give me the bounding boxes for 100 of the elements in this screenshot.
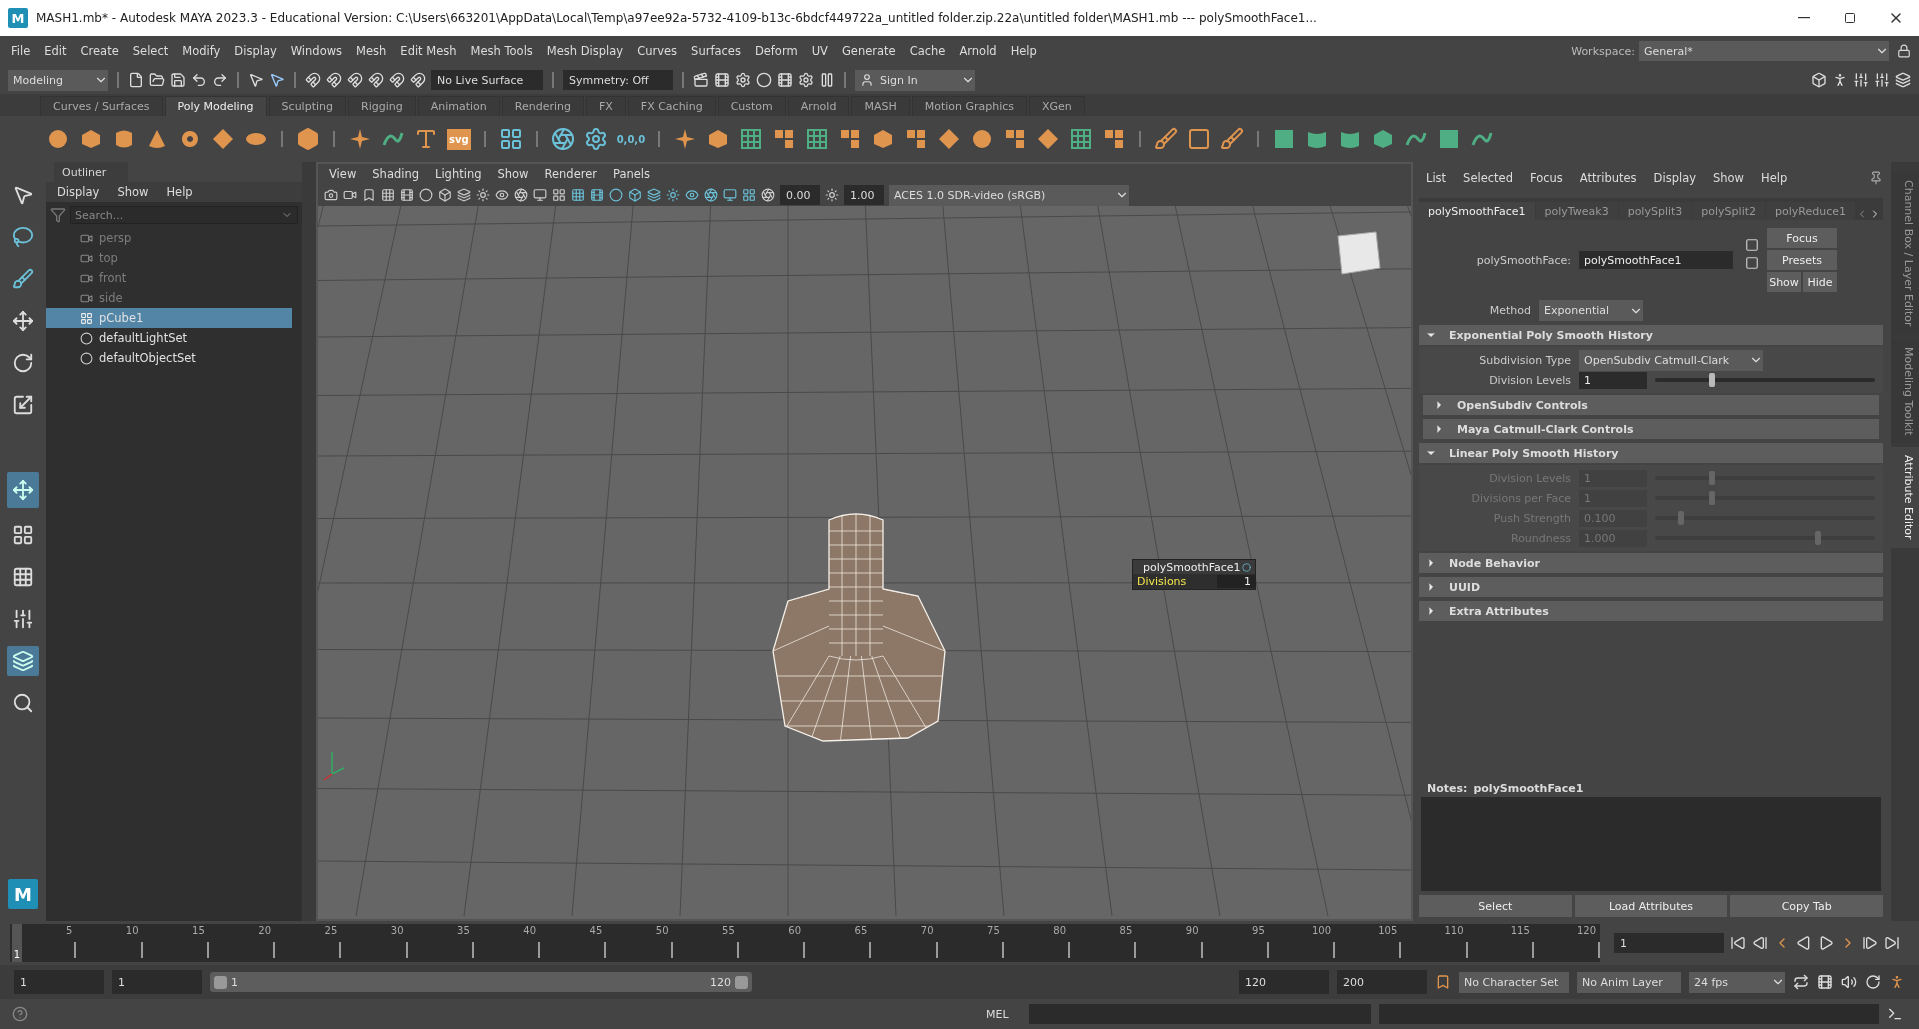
playback-icon[interactable]: [1796, 935, 1812, 951]
editor-button[interactable]: Copy Tab: [1730, 895, 1883, 917]
menu-item[interactable]: Selected: [1456, 171, 1520, 185]
redo-icon[interactable]: [212, 72, 228, 88]
panel-icon[interactable]: [1874, 72, 1890, 88]
menu-item[interactable]: Show: [490, 167, 536, 181]
menu-item[interactable]: Panels: [606, 167, 658, 181]
camera-icon[interactable]: [343, 188, 357, 202]
menu-item[interactable]: UV: [804, 44, 835, 58]
hud-value[interactable]: 1: [1217, 575, 1255, 588]
command-language-label[interactable]: MEL: [986, 1007, 1009, 1021]
menu-item[interactable]: Surfaces: [684, 44, 748, 58]
value-field[interactable]: 1: [1579, 371, 1647, 389]
input-connection-icon[interactable]: [1745, 238, 1759, 252]
playback-option-icon[interactable]: [1889, 974, 1905, 990]
show-button[interactable]: Show: [1767, 272, 1801, 292]
monitor-icon[interactable]: [533, 188, 547, 202]
playback-icon[interactable]: [1818, 935, 1834, 951]
circle-icon[interactable]: [419, 188, 433, 202]
search-field[interactable]: Search...: [70, 206, 298, 224]
output-connection-icon[interactable]: [1745, 256, 1759, 270]
shelf-tab[interactable]: Curves / Surfaces: [40, 96, 163, 116]
filter-icon[interactable]: [50, 207, 66, 223]
grid-icon[interactable]: [739, 127, 764, 151]
grid-icon[interactable]: [571, 188, 585, 202]
snap-icon[interactable]: [368, 72, 384, 88]
section-header[interactable]: OpenSubdiv Controls: [1423, 395, 1879, 415]
playback-icon[interactable]: [1884, 935, 1900, 951]
circle-icon[interactable]: [609, 188, 623, 202]
grid-icon[interactable]: [381, 188, 395, 202]
node-tab[interactable]: polySmoothFace1: [1419, 202, 1535, 220]
playback-option-icon[interactable]: [1793, 974, 1809, 990]
node-tab[interactable]: polySplit2: [1692, 202, 1765, 220]
script-editor-icon[interactable]: [1886, 1006, 1903, 1022]
workspace-dropdown[interactable]: General*: [1639, 41, 1889, 61]
layout-icon[interactable]: [742, 188, 756, 202]
snap-icon[interactable]: [305, 72, 321, 88]
sign-in-dropdown[interactable]: Sign In: [855, 69, 975, 91]
slider-thumb[interactable]: [1709, 373, 1716, 387]
menu-item[interactable]: Display: [227, 44, 284, 58]
menu-item[interactable]: Mesh Tools: [463, 44, 540, 58]
menu-item[interactable]: Create: [73, 44, 126, 58]
view-cube-icon[interactable]: [1337, 231, 1381, 275]
film-icon[interactable]: [400, 188, 414, 202]
editor-button[interactable]: Load Attributes: [1574, 895, 1728, 917]
current-frame-marker[interactable]: 1: [12, 924, 22, 962]
hide-button[interactable]: Hide: [1803, 272, 1837, 292]
playback-option-icon[interactable]: [1865, 974, 1881, 990]
character-set-dropdown[interactable]: No Character Set: [1459, 971, 1569, 993]
camera-icon[interactable]: [324, 188, 338, 202]
bookmark-icon[interactable]: [1435, 974, 1451, 990]
menu-item[interactable]: Show: [1706, 171, 1751, 185]
menu-item[interactable]: Generate: [834, 44, 903, 58]
select-icon[interactable]: [248, 72, 264, 88]
node-tab[interactable]: polyTweak3: [1535, 202, 1618, 220]
shelf-tab[interactable]: Arnold: [787, 96, 850, 116]
edit-tool-icon[interactable]: [1187, 127, 1212, 151]
outliner-item[interactable]: defaultObjectSet: [46, 348, 292, 368]
light-icon[interactable]: [666, 188, 680, 202]
playback-icon[interactable]: [1752, 935, 1768, 951]
panel-icon[interactable]: [1895, 72, 1911, 88]
shelf-tab[interactable]: FX: [585, 96, 626, 116]
live-surface-field[interactable]: No Live Surface: [431, 70, 543, 90]
playback-end-field[interactable]: 120: [1239, 970, 1329, 994]
text-tool-icon[interactable]: [414, 127, 438, 151]
side-tab[interactable]: Attribute Editor: [1891, 447, 1919, 548]
playback-start-field[interactable]: 1: [112, 970, 202, 994]
panel-icon[interactable]: [1832, 72, 1848, 88]
notes-field[interactable]: [1421, 797, 1881, 891]
history-icon[interactable]: [583, 127, 608, 151]
edit-tool-icon[interactable]: [1220, 127, 1245, 151]
menu-item[interactable]: Deform: [747, 44, 805, 58]
mode-dropdown[interactable]: Modeling: [8, 69, 108, 91]
shelf-tab[interactable]: Rendering: [501, 96, 584, 116]
grid-icon[interactable]: [1069, 127, 1094, 151]
anim-layer-dropdown[interactable]: No Anim Layer: [1577, 971, 1681, 993]
outliner-view-button[interactable]: [7, 646, 39, 676]
menu-item[interactable]: Help: [159, 185, 200, 199]
menu-item[interactable]: Display: [50, 185, 107, 199]
playback-icon[interactable]: [1730, 935, 1746, 951]
help-icon[interactable]: [12, 1006, 28, 1022]
section-header[interactable]: UUID: [1419, 577, 1883, 597]
menu-item[interactable]: Display: [1646, 171, 1703, 185]
menu-item[interactable]: File: [4, 44, 38, 58]
menu-item[interactable]: Help: [1754, 171, 1795, 185]
menu-item[interactable]: Mesh Display: [539, 44, 631, 58]
menu-item[interactable]: Curves: [630, 44, 685, 58]
tool-settings-button[interactable]: [7, 472, 39, 508]
eye-icon[interactable]: [685, 188, 699, 202]
shelf-tab[interactable]: Poly Modeling: [164, 96, 267, 116]
range-slider[interactable]: 1 120: [210, 972, 752, 992]
end-field[interactable]: 200: [1337, 970, 1427, 994]
pause-icon[interactable]: [819, 72, 835, 88]
gamma-field[interactable]: 1.00: [844, 185, 884, 205]
start-field[interactable]: 1: [14, 970, 104, 994]
shelf-tab[interactable]: Motion Graphics: [911, 96, 1028, 116]
undo-icon[interactable]: [191, 72, 207, 88]
save-icon[interactable]: [170, 72, 186, 88]
cube-icon[interactable]: [438, 188, 452, 202]
snap-icon[interactable]: [326, 72, 342, 88]
